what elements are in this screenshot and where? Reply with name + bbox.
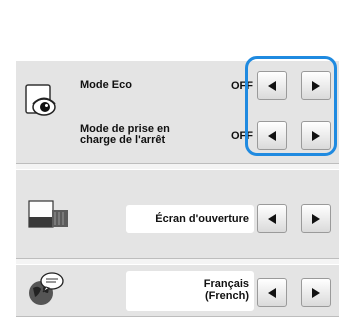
left-arrow-icon bbox=[268, 80, 276, 91]
opening-screen-value-field: Écran d'ouverture bbox=[126, 205, 254, 233]
machine-screen-icon bbox=[28, 200, 68, 228]
eco-mode-left-button[interactable] bbox=[257, 71, 287, 100]
opening-screen-right-button[interactable] bbox=[301, 204, 331, 233]
language-value-line1: Français bbox=[203, 278, 249, 290]
opening-screen-panel: Écran d'ouverture bbox=[16, 169, 339, 259]
language-value-field: Français (French) bbox=[126, 271, 254, 311]
left-arrow-icon bbox=[268, 287, 276, 298]
right-arrow-icon bbox=[312, 130, 320, 141]
globe-speech-icon bbox=[29, 272, 64, 305]
eye-monitor-icon bbox=[25, 84, 56, 116]
shutoff-mode-right-button[interactable] bbox=[301, 121, 331, 150]
language-right-button[interactable] bbox=[301, 278, 331, 307]
language-left-button[interactable] bbox=[257, 278, 287, 307]
eco-mode-value: OFF bbox=[231, 80, 253, 92]
eco-settings-panel: Mode Eco OFF Mode de prise en charge de … bbox=[16, 60, 339, 164]
language-panel: Français (French) bbox=[16, 264, 339, 317]
right-arrow-icon bbox=[312, 213, 320, 224]
opening-screen-left-button[interactable] bbox=[257, 204, 287, 233]
opening-screen-value: Écran d'ouverture bbox=[155, 213, 249, 225]
right-arrow-icon bbox=[312, 287, 320, 298]
settings-screen: Mode Eco OFF Mode de prise en charge de … bbox=[0, 0, 339, 317]
shutoff-mode-label-2: charge de l'arrêt bbox=[80, 134, 166, 146]
eco-mode-label: Mode Eco bbox=[80, 79, 132, 91]
left-arrow-icon bbox=[268, 130, 276, 141]
shutoff-mode-left-button[interactable] bbox=[257, 121, 287, 150]
eco-mode-right-button[interactable] bbox=[301, 71, 331, 100]
right-arrow-icon bbox=[312, 80, 320, 91]
language-value-line2: (French) bbox=[205, 290, 249, 302]
shutoff-mode-value: OFF bbox=[231, 130, 253, 142]
left-arrow-icon bbox=[268, 213, 276, 224]
